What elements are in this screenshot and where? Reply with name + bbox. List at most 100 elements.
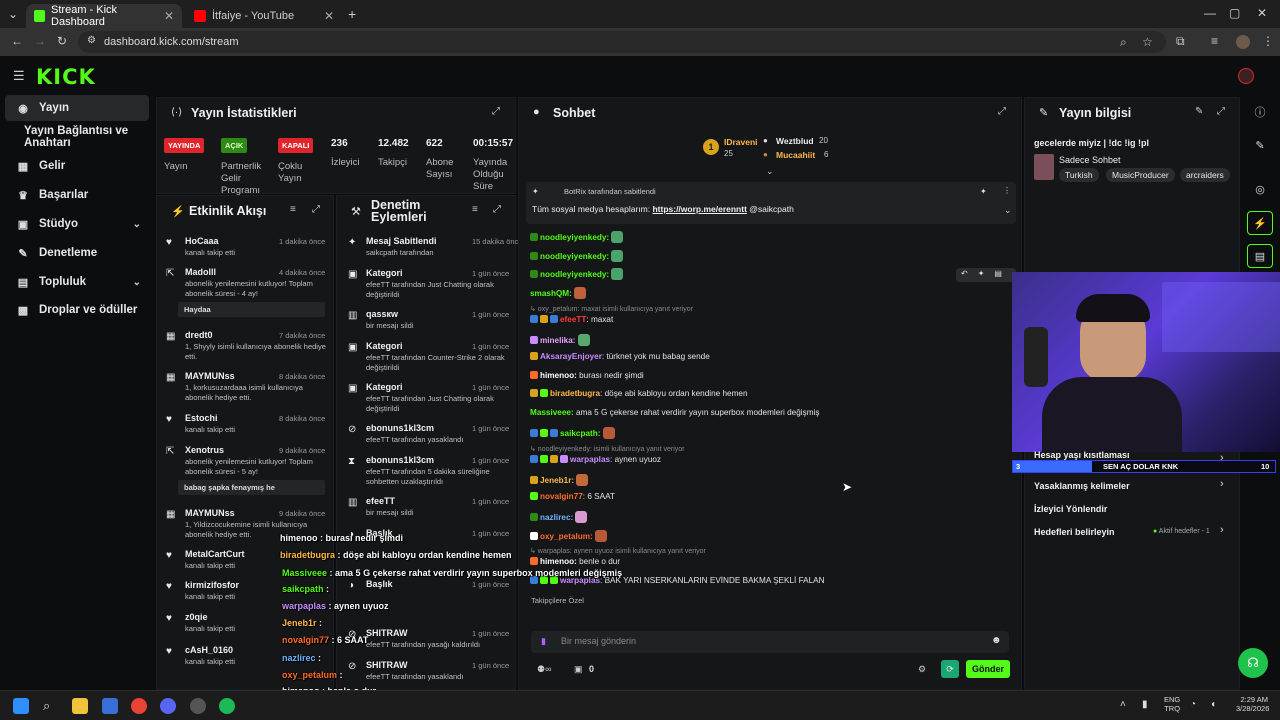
chat-username[interactable]: himenoo: bbox=[540, 557, 577, 566]
tag[interactable]: arcraiders bbox=[1180, 168, 1230, 182]
mod-action-title[interactable]: ebonuns1kl3cm bbox=[366, 423, 434, 433]
chat-message[interactable]: Massiveee: ama 5 G çekerse rahat verdiri… bbox=[530, 408, 819, 417]
zoom-icon[interactable]: ⌕ bbox=[1120, 35, 1127, 50]
activity-username[interactable]: Estochi bbox=[185, 413, 218, 423]
chat-username[interactable]: himenoo: bbox=[540, 371, 577, 380]
info-icon[interactable]: ⓘ bbox=[1247, 100, 1273, 124]
gift-icon[interactable]: ▣ bbox=[574, 664, 583, 675]
edit-icon[interactable]: ✎ bbox=[1247, 133, 1273, 157]
popout-icon[interactable]: ⤢ bbox=[998, 106, 1006, 117]
kick-logo[interactable]: KICK bbox=[36, 65, 96, 89]
chat-username[interactable]: novalgin77 bbox=[540, 492, 583, 501]
sidebar-item-denetleme[interactable]: ✎ Denetleme bbox=[5, 240, 149, 266]
windows-start-icon[interactable] bbox=[13, 698, 29, 714]
activity-username[interactable]: cAsH_0160 bbox=[185, 645, 233, 655]
chat-message[interactable]: novalgin77: 6 SAAT bbox=[530, 492, 615, 501]
banned-words-row[interactable]: Yasaklanmış kelimeler bbox=[1034, 481, 1130, 491]
hamburger-menu-icon[interactable]: ☰ bbox=[13, 68, 25, 84]
activity-username[interactable]: MetalCartCurt bbox=[185, 549, 245, 559]
mod-action-title[interactable]: SHITRAW bbox=[366, 628, 408, 638]
chat-username[interactable]: Jeneb1r: bbox=[540, 476, 574, 485]
url-field[interactable]: ⚙ dashboard.kick.com/stream ⌕ ☆ bbox=[78, 31, 1166, 53]
mod-action-title[interactable]: ebonuns1kl3cm bbox=[366, 455, 434, 465]
chat-message[interactable]: noodleyiyenkedy: bbox=[530, 268, 624, 280]
extensions-icon[interactable]: ⧉ bbox=[1176, 34, 1185, 49]
chat-username[interactable]: efeeTT bbox=[560, 315, 586, 324]
chat-username[interactable]: minelika: bbox=[540, 336, 576, 345]
chevron-right-icon[interactable]: › bbox=[1220, 452, 1224, 464]
chrome-icon[interactable] bbox=[131, 698, 147, 714]
activity-username[interactable]: HoCaaa bbox=[185, 236, 219, 246]
new-tab-icon[interactable]: + bbox=[348, 6, 356, 22]
activity-username[interactable]: MAYMUNss bbox=[185, 508, 235, 518]
mod-action-title[interactable]: SHITRAW bbox=[366, 660, 408, 670]
send-button[interactable]: Gönder bbox=[966, 660, 1010, 678]
tag[interactable]: Turkish bbox=[1059, 168, 1099, 182]
activity-username[interactable]: z0qie bbox=[185, 612, 208, 622]
chevron-right-icon[interactable]: › bbox=[1220, 524, 1224, 536]
chat-message[interactable]: smashQM: bbox=[530, 287, 586, 299]
chat-message[interactable]: warpaplas: aynen uyuoz bbox=[530, 455, 661, 464]
sidebar-item-topluluk[interactable]: ▤ Topluluk ⌄ bbox=[5, 269, 149, 295]
chat-username[interactable]: noodleyiyenkedy: bbox=[540, 252, 609, 261]
emoji-icon[interactable]: ☻ bbox=[991, 635, 1002, 646]
chat-username[interactable]: saikcpath: bbox=[560, 429, 601, 438]
chat-message[interactable]: himenoo: benle o dur bbox=[530, 557, 620, 566]
menu-dots-icon[interactable]: ⋮ bbox=[1262, 34, 1274, 48]
chat-message[interactable]: oxy_petalum: bbox=[530, 530, 607, 542]
chat-message[interactable]: saikcpath: bbox=[530, 427, 615, 439]
chat-message[interactable]: biradetbugra: döşe abi kabloyu ordan ken… bbox=[530, 389, 748, 398]
sidebar-item-stream-key[interactable]: Yayın Bağlantısı ve Anahtarı bbox=[5, 124, 149, 150]
chat-username[interactable]: oxy_petalum: bbox=[540, 532, 593, 541]
bot-icon[interactable]: ⟳ bbox=[941, 660, 959, 678]
age-restriction-row[interactable]: Hesap yaşı kısıtlaması bbox=[1034, 450, 1130, 460]
chat-message[interactable]: efeeTT: maxat bbox=[530, 315, 613, 324]
reload-icon[interactable]: ↻ bbox=[57, 34, 67, 48]
discord-icon[interactable] bbox=[160, 698, 176, 714]
store-icon[interactable] bbox=[102, 698, 118, 714]
mod-action-title[interactable]: qassкw bbox=[366, 309, 398, 319]
chat-username[interactable]: nazlirec: bbox=[540, 513, 573, 522]
chat-username[interactable]: biradetbugra bbox=[550, 389, 600, 398]
popout-icon[interactable]: ⤢ bbox=[492, 106, 500, 117]
tab-kick-dashboard[interactable]: Stream - Kick Dashboard ✕ bbox=[26, 4, 182, 28]
chat-username[interactable]: warpaplas bbox=[570, 455, 610, 464]
chat-username[interactable]: Massiveee: bbox=[530, 408, 574, 417]
goals-row[interactable]: Hedefleri belirleyin bbox=[1034, 527, 1115, 537]
clock[interactable]: 2:29 AM 3/28/2026 bbox=[1236, 695, 1269, 713]
popout-icon[interactable]: ⤢ bbox=[312, 204, 320, 215]
menu-dots-icon[interactable]: ⋮ bbox=[1003, 186, 1011, 195]
file-explorer-icon[interactable] bbox=[72, 698, 88, 714]
clipboard-icon[interactable]: ▤ bbox=[1247, 244, 1273, 268]
leader-name[interactable]: IDraveni bbox=[724, 137, 758, 147]
mod-action-title[interactable]: Kategori bbox=[366, 382, 403, 392]
back-icon[interactable]: ← bbox=[11, 34, 23, 48]
edit-pencil-icon[interactable]: ✎ bbox=[1195, 106, 1203, 117]
pinned-link[interactable]: https://worp.me/erenntt bbox=[652, 204, 746, 214]
close-icon[interactable]: ✕ bbox=[164, 9, 174, 23]
profile-avatar[interactable] bbox=[1236, 35, 1250, 49]
activity-username[interactable]: MAYMUNss bbox=[185, 371, 235, 381]
volume-icon[interactable]: ◖ bbox=[1210, 699, 1216, 710]
leader-name[interactable]: Weztblud bbox=[776, 136, 814, 146]
camera-icon[interactable]: ◎ bbox=[1247, 177, 1273, 201]
message-actions[interactable]: ↶✦▤ bbox=[956, 268, 1016, 282]
mod-action-title[interactable]: Kategori bbox=[366, 341, 403, 351]
mod-action-title[interactable]: Başlık bbox=[366, 579, 393, 589]
activity-username[interactable]: kirmizifosfor bbox=[185, 580, 239, 590]
mod-action-title[interactable]: Mesaj Sabitlendi bbox=[366, 236, 437, 246]
pinned-message[interactable]: ✦ BotRix tarafından sabitlendi ✦ ⋮ Tüm s… bbox=[526, 182, 1016, 224]
spotify-icon[interactable] bbox=[219, 698, 235, 714]
chat-message[interactable]: AksarayEnjoyer: türknet yok mu babag sen… bbox=[530, 352, 710, 361]
chat-username[interactable]: noodleyiyenkedy: bbox=[540, 270, 609, 279]
tab-youtube[interactable]: İtfaiye - YouTube ✕ bbox=[186, 4, 342, 28]
chat-message[interactable]: nazlirec: bbox=[530, 511, 588, 523]
leaderboard-expand-icon[interactable]: ⌄ bbox=[766, 166, 774, 177]
media-icon[interactable]: ≡ bbox=[1211, 34, 1218, 48]
activity-username[interactable]: dredt0 bbox=[185, 330, 213, 340]
obs-icon[interactable] bbox=[190, 698, 206, 714]
search-icon[interactable]: ⌕ bbox=[43, 698, 59, 714]
sidebar-item-studyo[interactable]: ▣ Stüdyo ⌄ bbox=[5, 211, 149, 237]
wifi-icon[interactable]: ◔ bbox=[1190, 699, 1196, 710]
chat-username[interactable]: AksarayEnjoyer bbox=[540, 352, 602, 361]
